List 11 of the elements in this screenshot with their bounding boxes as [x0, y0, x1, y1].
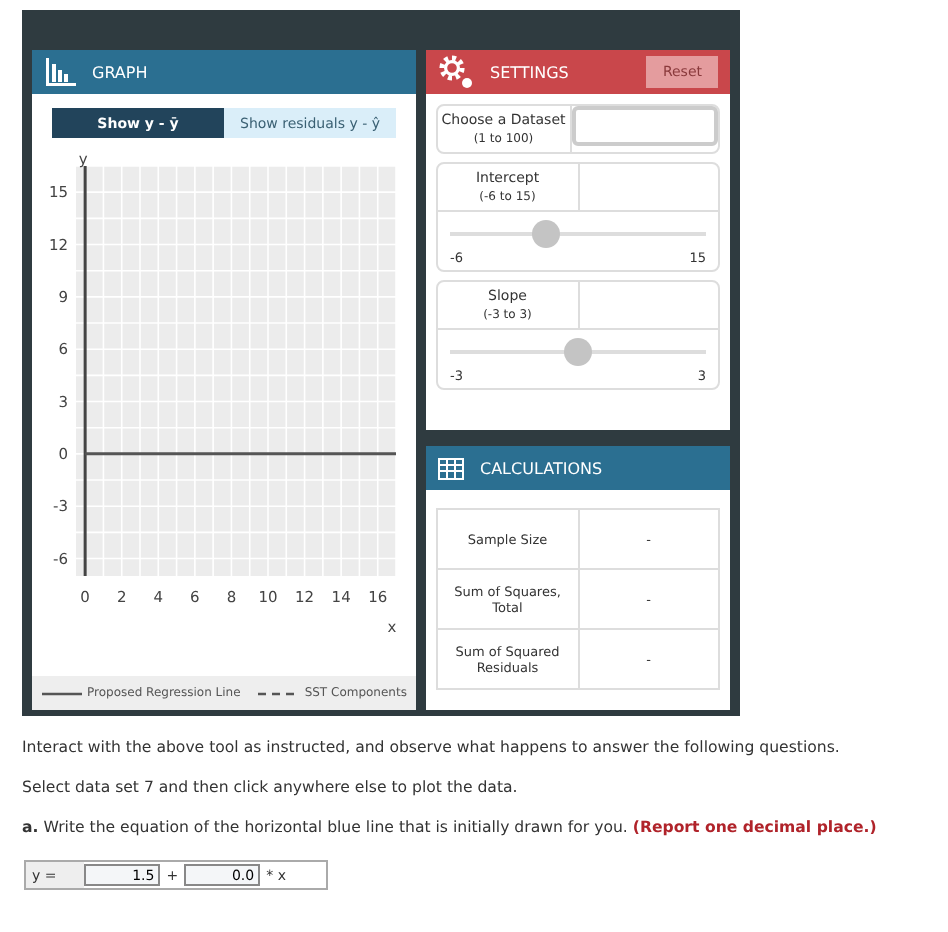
bar-chart-icon — [44, 58, 76, 86]
panel-title: CALCULATIONS — [480, 459, 603, 477]
panel-title: GRAPH — [92, 63, 148, 81]
gear-icon — [438, 54, 474, 90]
dashed-line-icon — [258, 689, 299, 697]
solid-line-icon — [41, 689, 82, 697]
slider-thumb[interactable] — [564, 338, 592, 366]
panel-title: SETTINGS — [490, 63, 569, 81]
table-icon — [438, 457, 464, 479]
slider-thumb[interactable] — [531, 220, 560, 248]
dataset-input[interactable] — [571, 106, 718, 146]
